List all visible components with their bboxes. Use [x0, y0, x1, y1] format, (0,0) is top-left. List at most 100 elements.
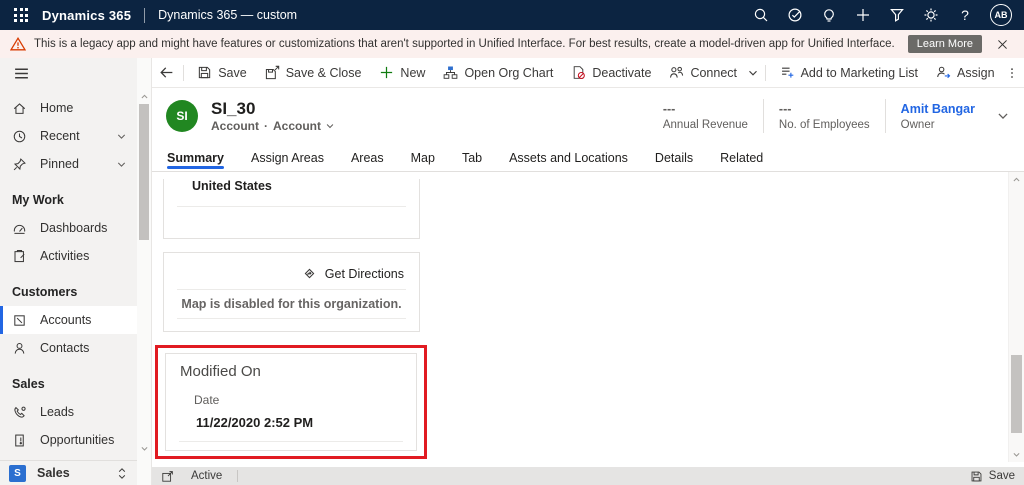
- deactivate-label: Deactivate: [592, 66, 651, 80]
- sidebar-scrollbar[interactable]: [137, 58, 152, 485]
- avatar[interactable]: AB: [990, 4, 1012, 26]
- updown-chevron-icon: [116, 466, 128, 481]
- new-plus-icon: [379, 65, 394, 80]
- divider: [144, 8, 145, 23]
- warning-icon: [10, 36, 26, 52]
- tab-details[interactable]: Details: [655, 144, 693, 171]
- field-value: ---: [779, 101, 870, 117]
- more-commands-icon[interactable]: [1004, 58, 1020, 88]
- divider: [177, 206, 406, 207]
- filter-icon[interactable]: [880, 0, 914, 30]
- tab-map[interactable]: Map: [411, 144, 435, 171]
- divider: [179, 441, 403, 442]
- sidebar-item-leads[interactable]: Leads: [0, 398, 137, 426]
- tab-tab[interactable]: Tab: [462, 144, 482, 171]
- close-icon[interactable]: [990, 32, 1014, 56]
- chevron-down-icon[interactable]: [746, 58, 760, 88]
- tab-assets-and-locations[interactable]: Assets and Locations: [509, 144, 628, 171]
- divider: [177, 289, 406, 290]
- add-to-marketing-list-button[interactable]: Add to Marketing List: [771, 58, 927, 88]
- new-button[interactable]: New: [370, 58, 434, 88]
- main-pane: Save Save & Close New Open Org Chart Dea…: [152, 58, 1024, 485]
- scroll-up-icon[interactable]: [1009, 175, 1024, 184]
- environment-name[interactable]: Dynamics 365 — custom: [158, 8, 297, 22]
- sidebar-item-contacts[interactable]: Contacts: [0, 334, 137, 362]
- header-expand-chevron-icon[interactable]: [996, 109, 1010, 123]
- tab-summary[interactable]: Summary: [167, 144, 224, 171]
- dynamics-window: Dynamics 365 Dynamics 365 — custom ?: [0, 0, 1024, 485]
- tab-related[interactable]: Related: [720, 144, 763, 171]
- back-arrow-icon[interactable]: [156, 58, 178, 88]
- search-icon[interactable]: [744, 0, 778, 30]
- scrollbar-thumb[interactable]: [1011, 355, 1022, 433]
- scroll-down-icon[interactable]: [1009, 450, 1024, 459]
- area-label: Sales: [37, 466, 70, 480]
- task-check-icon[interactable]: [778, 0, 812, 30]
- deactivate-button[interactable]: Deactivate: [562, 58, 660, 88]
- tab-assign-areas[interactable]: Assign Areas: [251, 144, 324, 171]
- assign-button[interactable]: Assign: [927, 58, 1004, 88]
- add-to-list-icon: [780, 65, 795, 80]
- popout-icon[interactable]: [161, 470, 174, 483]
- app-title[interactable]: Dynamics 365: [42, 8, 131, 23]
- command-bar: Save Save & Close New Open Org Chart Dea…: [152, 58, 1024, 88]
- open-org-chart-button[interactable]: Open Org Chart: [434, 58, 562, 88]
- divider: [183, 65, 184, 81]
- sidebar-section-my-work: My Work: [0, 178, 137, 214]
- phone-gear-icon: [12, 405, 27, 420]
- map-card: Get Directions Map is disabled for this …: [163, 252, 420, 332]
- chevron-down-icon[interactable]: [116, 131, 127, 142]
- save-button[interactable]: Save: [188, 58, 256, 88]
- sidebar-item-label: Recent: [40, 129, 80, 143]
- map-disabled-message: Map is disabled for this organization.: [164, 297, 419, 311]
- sidebar-section-customers: Customers: [0, 270, 137, 306]
- sidebar-item-dashboards[interactable]: Dashboards: [0, 214, 137, 242]
- owner-link[interactable]: Amit Bangar: [901, 101, 975, 117]
- statusbar-save-button[interactable]: Save: [970, 470, 1015, 483]
- deactivate-icon: [571, 65, 586, 80]
- sidebar-item-pinned[interactable]: Pinned: [0, 150, 137, 178]
- sidebar-item-opportunities[interactable]: Opportunities: [0, 426, 137, 454]
- save-icon: [970, 470, 983, 483]
- add-to-marketing-list-label: Add to Marketing List: [801, 66, 918, 80]
- top-nav-bar: Dynamics 365 Dynamics 365 — custom ?: [0, 0, 1024, 30]
- area-switcher[interactable]: S Sales: [0, 460, 137, 485]
- save-and-close-button[interactable]: Save & Close: [256, 58, 371, 88]
- sidebar-item-accounts[interactable]: Accounts: [0, 306, 137, 334]
- scroll-up-icon[interactable]: [137, 92, 151, 101]
- country-value: United States: [192, 179, 419, 193]
- banner-message: This is a legacy app and might have feat…: [34, 38, 895, 50]
- sidebar-item-recent[interactable]: Recent: [0, 122, 137, 150]
- chevron-down-icon[interactable]: [116, 159, 127, 170]
- form-selector[interactable]: Account: [273, 119, 335, 133]
- waffle-icon[interactable]: [14, 8, 28, 22]
- field-value: ---: [663, 101, 748, 117]
- help-icon[interactable]: ?: [948, 0, 982, 30]
- date-field-value[interactable]: 11/22/2020 2:52 PM: [196, 415, 416, 430]
- directions-icon[interactable]: [302, 266, 317, 281]
- divider: [237, 470, 238, 482]
- modified-on-card: Modified On Date 11/22/2020 2:52 PM: [165, 353, 417, 451]
- scrollbar-thumb[interactable]: [139, 104, 149, 240]
- sidebar-item-home[interactable]: Home: [0, 94, 137, 122]
- tab-areas[interactable]: Areas: [351, 144, 384, 171]
- add-icon[interactable]: [846, 0, 880, 30]
- scroll-down-icon[interactable]: [137, 444, 151, 453]
- lightbulb-icon[interactable]: [812, 0, 846, 30]
- sidebar-item-activities[interactable]: Activities: [0, 242, 137, 270]
- record-separator: ·: [264, 119, 268, 133]
- menu-icon[interactable]: [0, 58, 137, 88]
- area-badge: S: [9, 465, 26, 482]
- learn-more-button[interactable]: Learn More: [908, 35, 982, 53]
- form-content: United States Get Directions Map is disa…: [152, 172, 1024, 467]
- get-directions-button[interactable]: Get Directions: [325, 267, 404, 281]
- sidebar-item-label: Contacts: [40, 341, 89, 355]
- settings-gear-icon[interactable]: [914, 0, 948, 30]
- clock-icon: [12, 129, 27, 144]
- content-scrollbar[interactable]: [1008, 172, 1024, 462]
- sidebar-item-label: Activities: [40, 249, 89, 263]
- divider: [177, 318, 406, 319]
- record-status: Active: [191, 470, 222, 482]
- connect-button[interactable]: Connect: [660, 58, 746, 88]
- accounts-icon: [12, 313, 27, 328]
